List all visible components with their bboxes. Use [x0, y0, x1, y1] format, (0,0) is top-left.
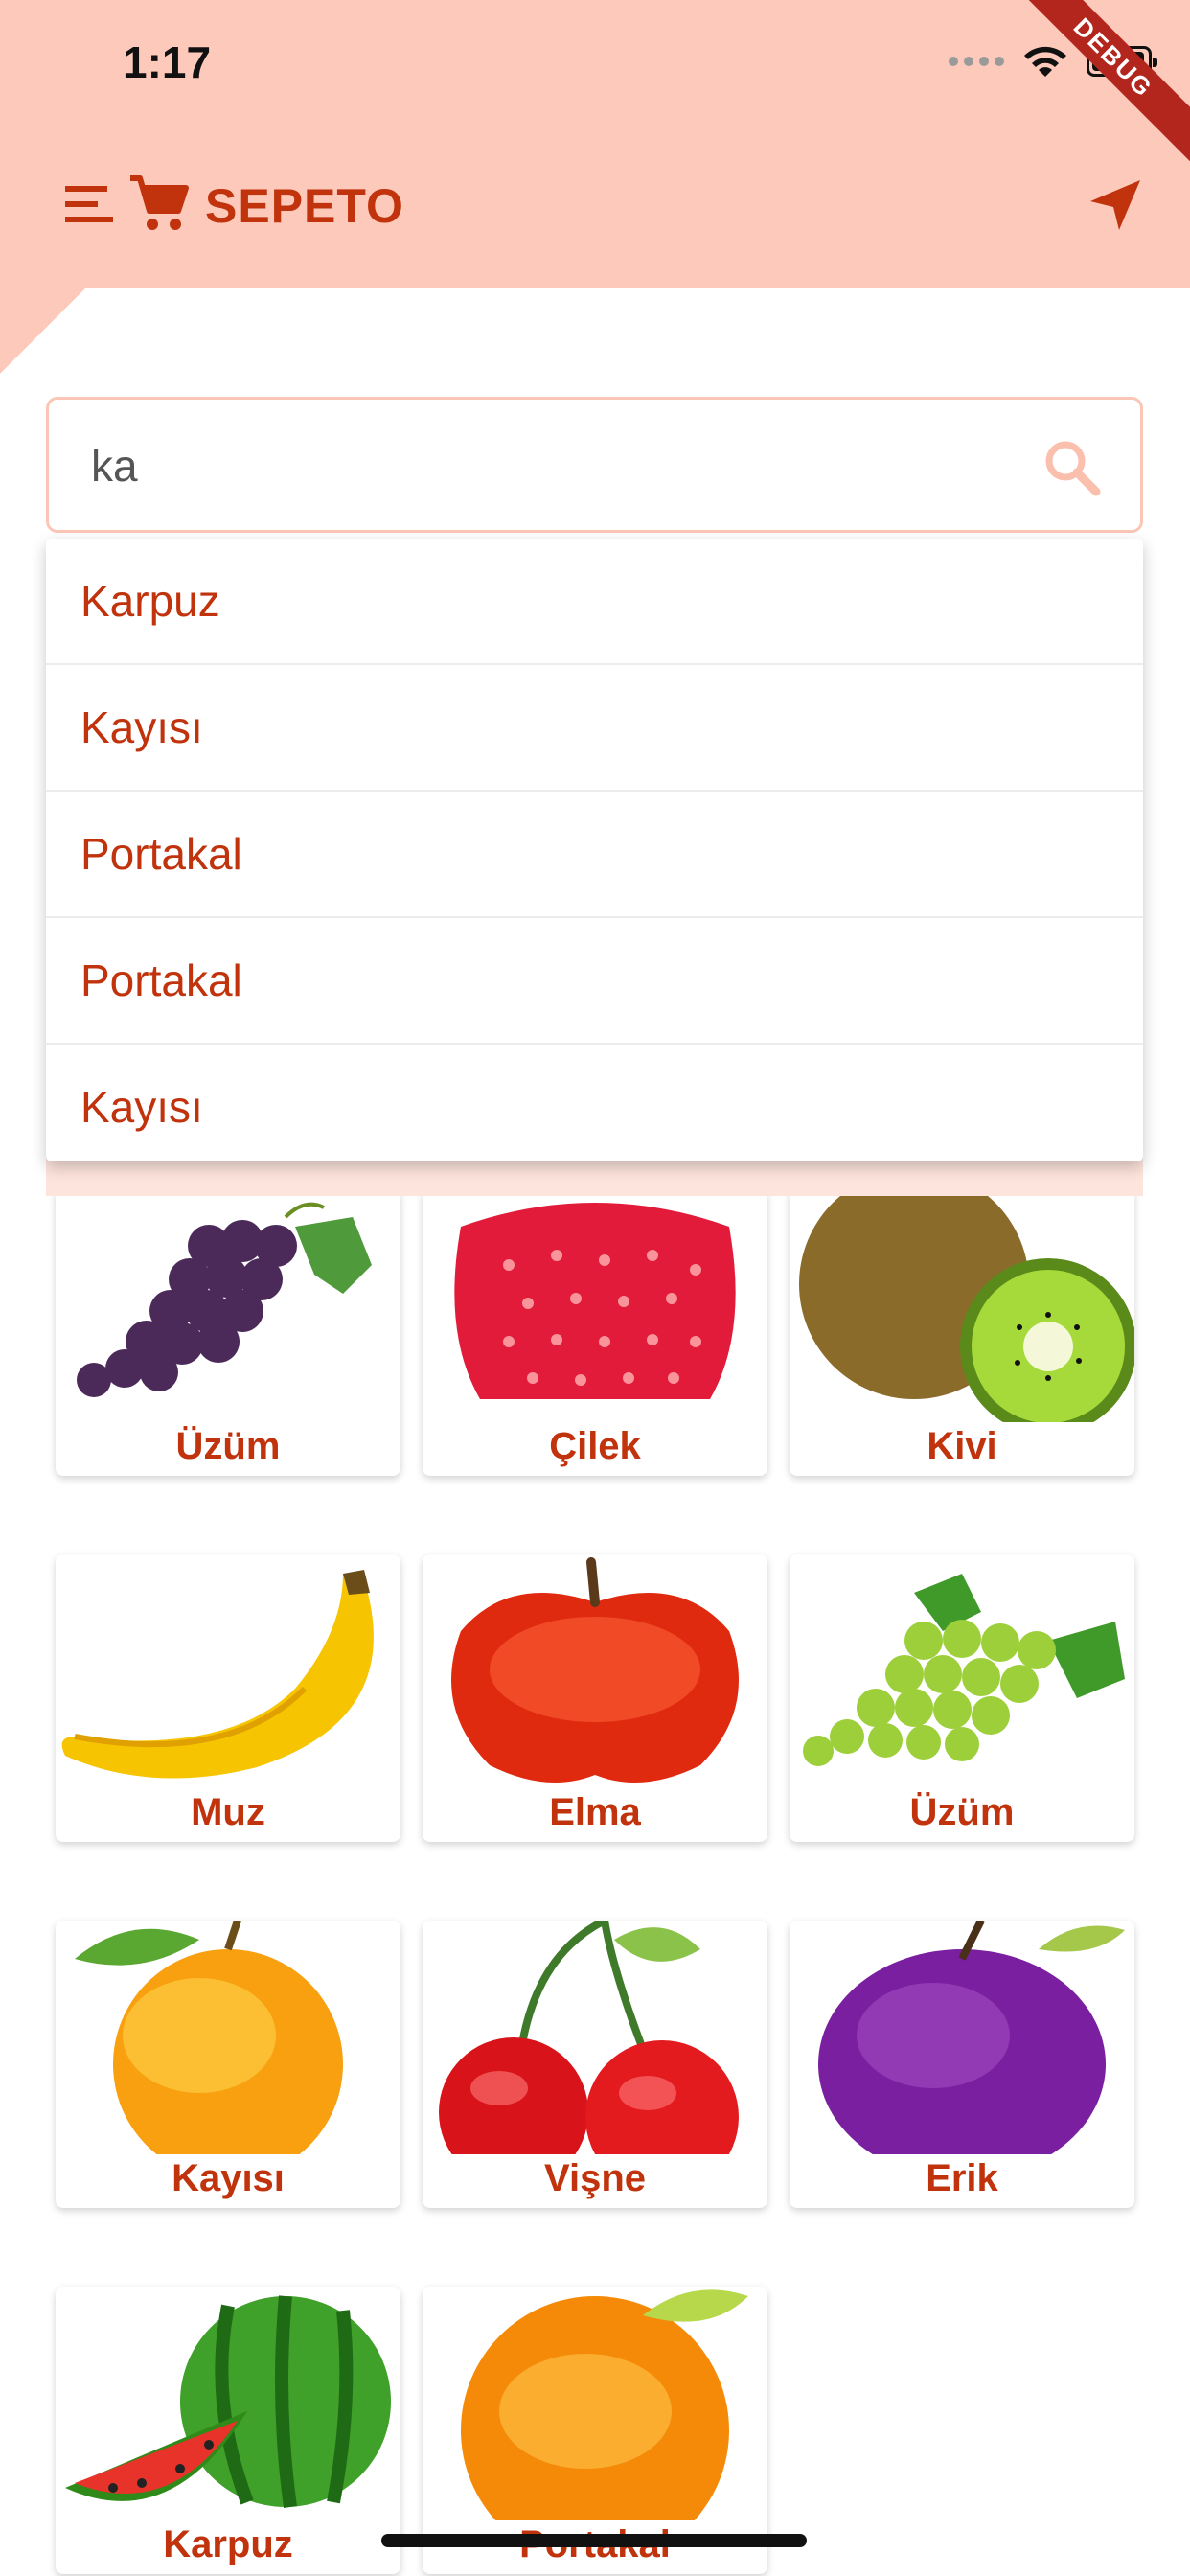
product-card[interactable]: Vişne — [423, 1920, 767, 2208]
product-name: Karpuz — [163, 2523, 293, 2565]
navigation-arrow-icon[interactable] — [1087, 176, 1144, 234]
suggestion-item[interactable]: Kayısı — [46, 1045, 1143, 1162]
apple-image — [451, 1557, 739, 1782]
search-icon[interactable] — [1041, 436, 1102, 497]
apricot-image — [75, 1920, 343, 2154]
product-card[interactable]: Elma — [423, 1554, 767, 1842]
product-card[interactable]: Çilek — [423, 1188, 767, 1476]
suggestion-item[interactable]: Karpuz — [46, 539, 1143, 665]
menu-icon[interactable] — [63, 182, 115, 226]
product-card[interactable]: Üzüm — [790, 1554, 1134, 1842]
product-card[interactable]: Karpuz — [56, 2287, 400, 2574]
app-title: SEPETO — [205, 179, 404, 233]
product-card[interactable]: Üzüm — [56, 1188, 400, 1476]
product-name: Üzüm — [909, 1791, 1015, 1833]
suggestion-list: Karpuz Kayısı Portakal Portakal Kayısı — [46, 539, 1143, 1162]
product-name: Erik — [926, 2157, 998, 2199]
product-name: Kayısı — [172, 2157, 285, 2199]
search-box[interactable] — [46, 397, 1143, 533]
green-grapes-image — [803, 1574, 1125, 1766]
status-time: 1:17 — [123, 37, 212, 87]
product-name: Elma — [549, 1791, 641, 1833]
banana-image — [61, 1570, 374, 1779]
home-indicator[interactable] — [381, 2534, 807, 2547]
signal-icon — [949, 57, 1004, 66]
suggestion-item[interactable]: Portakal — [46, 918, 1143, 1045]
product-card[interactable]: Portakal — [423, 2287, 767, 2574]
product-name: Muz — [191, 1791, 265, 1833]
wifi-icon — [1024, 46, 1066, 77]
purple-grapes-image — [77, 1202, 372, 1397]
app-bar: 1:17 SEPETO DEBUG — [0, 0, 1190, 288]
product-card[interactable]: Kivi — [790, 1188, 1134, 1476]
watermelon-image — [65, 2295, 391, 2508]
product-card[interactable]: Muz — [56, 1554, 400, 1842]
product-name: Çilek — [549, 1425, 641, 1467]
product-card[interactable]: Kayısı — [56, 1920, 400, 2208]
cart-icon — [130, 175, 189, 230]
orange-image — [461, 2289, 748, 2520]
debug-banner: DEBUG — [997, 0, 1190, 173]
plum-image — [818, 1920, 1125, 2154]
suggestion-item[interactable]: Kayısı — [46, 665, 1143, 792]
product-card[interactable]: Erik — [790, 1920, 1134, 2208]
cherry-image — [439, 1920, 739, 2154]
kiwi-image — [799, 1188, 1134, 1422]
product-name: Kivi — [927, 1425, 997, 1467]
header-corner-decoration — [0, 288, 86, 374]
product-name: Üzüm — [175, 1425, 281, 1467]
suggestion-item[interactable]: Portakal — [46, 792, 1143, 918]
product-name: Vişne — [544, 2157, 646, 2199]
search-input[interactable] — [91, 432, 953, 499]
strawberry-image — [454, 1203, 736, 1399]
